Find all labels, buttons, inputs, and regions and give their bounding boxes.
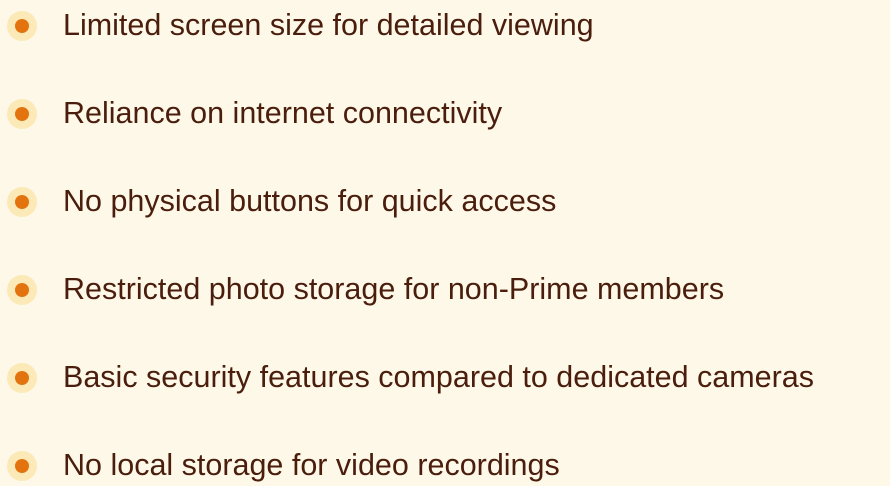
dot-bullet-icon <box>7 11 37 41</box>
list-item-text: Basic security features compared to dedi… <box>63 359 815 394</box>
dot-bullet-icon <box>7 451 37 481</box>
list-item: Restricted photo storage for non-Prime m… <box>0 270 890 310</box>
dot-bullet-icon <box>7 275 37 305</box>
list-item: No physical buttons for quick access <box>0 182 890 222</box>
list-item-text: Restricted photo storage for non-Prime m… <box>63 271 725 306</box>
list-item: Basic security features compared to dedi… <box>0 358 890 398</box>
list-item: Reliance on internet connectivity <box>0 94 890 134</box>
list-item: Limited screen size for detailed viewing <box>0 6 890 46</box>
list-item-text: No local storage for video recordings <box>63 447 560 482</box>
dot-bullet-icon <box>7 187 37 217</box>
cons-list: Limited screen size for detailed viewing… <box>0 0 890 482</box>
list-item-text: Reliance on internet connectivity <box>63 95 503 130</box>
dot-bullet-icon <box>7 363 37 393</box>
list-item: No local storage for video recordings <box>0 446 890 486</box>
dot-bullet-icon <box>7 99 37 129</box>
list-item-text: No physical buttons for quick access <box>63 183 557 218</box>
list-item-text: Limited screen size for detailed viewing <box>63 7 594 42</box>
